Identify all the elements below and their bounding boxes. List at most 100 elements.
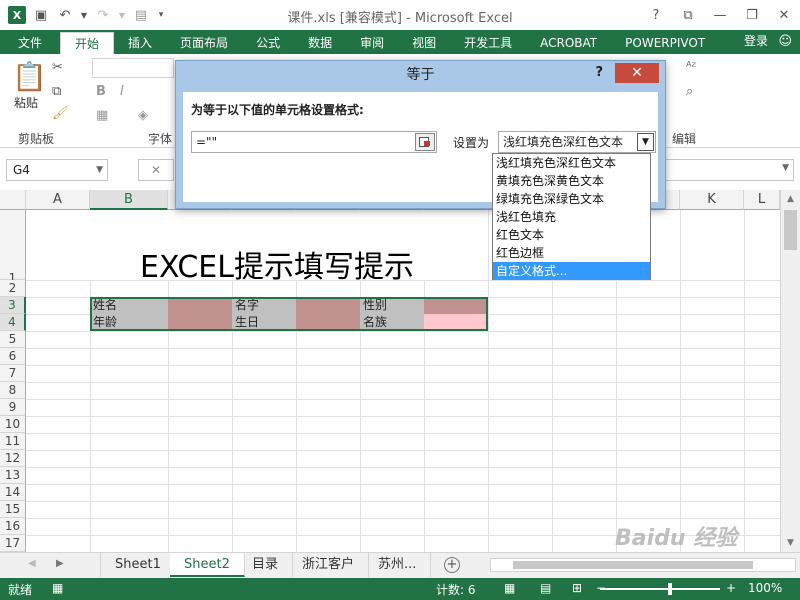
format-option[interactable]: 黄填充色深黄色文本 (493, 172, 650, 190)
col-header-a[interactable]: A (26, 190, 90, 210)
tab-insert[interactable]: 插入 (114, 32, 166, 54)
copy-icon[interactable]: ⧉ (52, 84, 61, 99)
ribbon-display-icon[interactable]: ⧉ (672, 0, 704, 30)
worksheet-grid[interactable]: A B C D E F G H I J K L 1 2 3 4 5 6 7 8 … (0, 190, 780, 552)
chevron-down-icon[interactable]: ▼ (637, 133, 654, 151)
undo-dropdown-icon[interactable]: ▼ (80, 6, 88, 24)
row-header-17[interactable]: 17 (0, 535, 26, 552)
row-header-16[interactable]: 16 (0, 518, 26, 535)
row-header-9[interactable]: 9 (0, 399, 26, 416)
fill-color-icon[interactable]: ◈ (138, 108, 148, 123)
row-header-1[interactable]: 1 (0, 210, 26, 285)
scroll-down-icon[interactable]: ▼ (781, 534, 800, 552)
format-painter-icon[interactable]: 🖌 (52, 106, 69, 121)
vertical-scrollbar[interactable]: ▲ ▼ (780, 190, 800, 552)
format-option[interactable]: 绿填充色深绿色文本 (493, 190, 650, 208)
zoom-level[interactable]: 100% (748, 581, 782, 595)
sort-icon[interactable]: ᴬᶻ (686, 60, 696, 75)
undo-icon[interactable]: ↶ (56, 6, 74, 24)
sheet-tab-sheet1[interactable]: Sheet1 (100, 553, 176, 577)
tab-review[interactable]: 审阅 (346, 32, 398, 54)
tab-home[interactable]: 开始 (60, 32, 115, 54)
bold-icon[interactable]: B (96, 84, 106, 99)
col-header-k[interactable]: K (680, 190, 744, 210)
row-header-8[interactable]: 8 (0, 382, 26, 399)
formula-input[interactable]: ▼ (664, 159, 794, 181)
find-icon[interactable]: ⌕ (686, 84, 693, 99)
row-header-13[interactable]: 13 (0, 467, 26, 484)
row-header-14[interactable]: 14 (0, 484, 26, 501)
scroll-thumb[interactable] (784, 210, 797, 250)
prev-sheet-icon[interactable]: ◀ (28, 558, 36, 569)
zoom-slider[interactable] (600, 588, 720, 590)
cancel-formula-button[interactable]: ✕ (138, 159, 174, 181)
customize-toolbar-icon[interactable]: ▾ (156, 6, 166, 24)
sheet-tab-sheet2[interactable]: Sheet2 (170, 553, 245, 577)
cut-icon[interactable]: ✂ (52, 60, 63, 75)
row-header-12[interactable]: 12 (0, 450, 26, 467)
sheet-tab-zhejiang[interactable]: 浙江客户 (288, 553, 370, 577)
save-icon[interactable]: ▣ (32, 6, 50, 24)
col-header-l[interactable]: L (744, 190, 780, 210)
clipboard-icon[interactable]: ▤ (132, 6, 150, 24)
add-sheet-icon[interactable]: + (444, 557, 460, 573)
col-header-b[interactable]: B (90, 190, 168, 210)
login-link[interactable]: 登录 (744, 30, 768, 54)
next-sheet-icon[interactable]: ▶ (56, 558, 64, 569)
tab-file[interactable]: 文件 (0, 32, 61, 54)
format-option[interactable]: 浅红色填充 (493, 208, 650, 226)
paste-label[interactable]: 粘贴 (14, 94, 38, 111)
scroll-up-icon[interactable]: ▲ (781, 190, 800, 208)
row-header-3[interactable]: 3 (0, 297, 26, 314)
redo-dropdown-icon[interactable]: ▼ (118, 6, 126, 24)
row-header-2[interactable]: 2 (0, 280, 26, 297)
italic-icon[interactable]: I (120, 84, 124, 99)
format-option[interactable]: 红色文本 (493, 226, 650, 244)
name-box[interactable]: G4 ▼ (6, 159, 108, 181)
format-select[interactable]: 浅红填充色深红色文本 ▼ (498, 131, 656, 153)
row-header-7[interactable]: 7 (0, 365, 26, 382)
name-box-dropdown-icon[interactable]: ▼ (96, 160, 103, 180)
hscroll-thumb[interactable] (513, 561, 753, 569)
zoom-in-icon[interactable]: + (726, 581, 736, 595)
user-icon[interactable]: ☺ (778, 34, 792, 49)
dialog-close-button[interactable]: ✕ (615, 63, 659, 83)
horizontal-scrollbar[interactable] (490, 558, 796, 572)
tab-powerpivot[interactable]: POWERPIVOT (611, 32, 719, 54)
page-layout-view-icon[interactable]: ▤ (540, 581, 551, 595)
tab-page-layout[interactable]: 页面布局 (166, 32, 242, 54)
value-input[interactable]: ="" (191, 131, 437, 153)
border-icon[interactable]: ▦ (96, 108, 108, 123)
restore-icon[interactable]: ❐ (736, 0, 768, 30)
page-break-view-icon[interactable]: ⊞ (572, 581, 582, 595)
tab-data[interactable]: 数据 (294, 32, 346, 54)
collapse-range-icon[interactable] (415, 133, 435, 151)
sheet-tab-contents[interactable]: 目录 (238, 553, 294, 577)
zoom-slider-knob[interactable] (668, 583, 672, 595)
tab-developer[interactable]: 开发工具 (450, 32, 526, 54)
dialog-help-icon[interactable]: ? (595, 65, 603, 80)
row-header-5[interactable]: 5 (0, 331, 26, 348)
macro-record-icon[interactable]: ▦ (52, 581, 63, 595)
row-header-6[interactable]: 6 (0, 348, 26, 365)
paste-icon[interactable]: 📋 (12, 60, 47, 93)
tab-acrobat[interactable]: ACROBAT (526, 32, 611, 54)
format-option[interactable]: 浅红填充色深红色文本 (493, 154, 650, 172)
row-header-15[interactable]: 15 (0, 501, 26, 518)
row-header-10[interactable]: 10 (0, 416, 26, 433)
select-all-corner[interactable] (0, 190, 26, 210)
font-name-box[interactable] (92, 58, 174, 78)
row-header-4[interactable]: 4 (0, 314, 26, 331)
redo-icon[interactable]: ↷ (94, 6, 112, 24)
sheet-tab-suzhou[interactable]: 苏州... (364, 553, 432, 577)
format-option[interactable]: 红色边框 (493, 244, 650, 262)
format-option-custom[interactable]: 自定义格式... (493, 262, 650, 280)
help-icon[interactable]: ? (640, 0, 672, 30)
row-header-11[interactable]: 11 (0, 433, 26, 450)
normal-view-icon[interactable]: ▦ (504, 581, 515, 595)
tab-formulas[interactable]: 公式 (242, 32, 294, 54)
close-icon[interactable]: ✕ (768, 0, 800, 30)
expand-formula-icon[interactable]: ▼ (782, 163, 789, 173)
sheet-title-cell[interactable]: EXCEL提示填写提示 (140, 242, 414, 286)
minimize-icon[interactable]: — (704, 0, 736, 30)
